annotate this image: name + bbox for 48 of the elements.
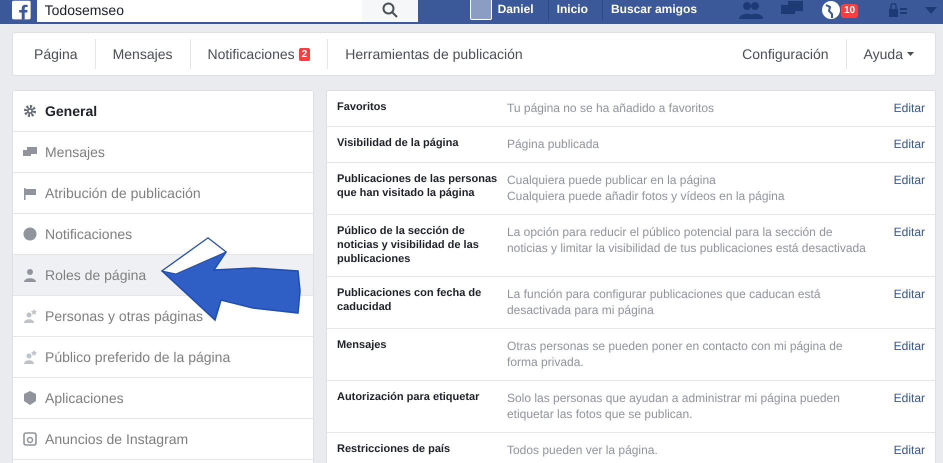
- settings-icon: [23, 104, 37, 118]
- setting-description: La opción para reducir el público potencial para la sección de noticias y limitar la visibilidad de tus publicaciones está desactivada: [507, 224, 867, 257]
- cube-icon: [23, 391, 37, 405]
- setting-description: Página publicada: [507, 136, 600, 152]
- setting-name: Publicaciones con fecha de caducidad: [337, 286, 482, 315]
- person-star-icon: [23, 309, 37, 323]
- edit-link[interactable]: Editar: [894, 442, 925, 458]
- edit-link[interactable]: Editar: [894, 100, 925, 116]
- avatar[interactable]: [470, 0, 492, 20]
- setting-name: Visibilidad de la página: [337, 136, 460, 151]
- setting-name: Público de la sección de noticias y visibilidad de las publicaciones: [337, 224, 480, 266]
- edit-link[interactable]: Editar: [894, 286, 925, 302]
- setting-description: Todos pueden ver la página.: [507, 442, 659, 458]
- setting-name: Autorización para etiquetar: [337, 390, 480, 405]
- notification-badge: 10: [841, 4, 858, 18]
- camera-icon: [23, 432, 37, 446]
- setting-description: La función para configurar publicaciones que caducan está desactivada para mi página: [507, 286, 822, 318]
- nav-tab[interactable]: Configuración: [725, 39, 846, 69]
- chat-icon: [23, 145, 37, 159]
- search-icon[interactable]: [362, 0, 418, 22]
- logo-icon[interactable]: [12, 0, 31, 21]
- profile-link[interactable]: Daniel: [498, 0, 542, 21]
- nav-tab[interactable]: Página: [17, 39, 96, 69]
- edit-link[interactable]: Editar: [894, 390, 925, 406]
- edit-link[interactable]: Editar: [894, 172, 925, 188]
- setting-description: Tu página no se ha añadido a favoritos: [507, 100, 716, 116]
- edit-link[interactable]: Editar: [894, 224, 925, 240]
- top-link[interactable]: Buscar amigos: [602, 0, 705, 21]
- search-field[interactable]: Todosemseo: [36, 0, 362, 22]
- setting-name: Restricciones de país: [337, 442, 452, 457]
- top-link[interactable]: Inicio: [548, 0, 596, 21]
- setting-description: Solo las personas que ayudan a administrar mi página pueden etiquetar las fotos que se publican.: [507, 390, 841, 422]
- nav-tab[interactable]: Herramientas de publicación: [328, 39, 540, 69]
- nav-tab[interactable]: Mensajes: [96, 39, 191, 69]
- person-star-icon: [23, 350, 37, 364]
- edit-link[interactable]: Editar: [894, 136, 925, 152]
- setting-name: Mensajes: [337, 338, 388, 353]
- setting-description: Cualquiera puede publicar en la página Cualquiera puede añadir fotos y vídeos en la página: [507, 172, 786, 204]
- setting-name: Favoritos: [337, 100, 388, 115]
- setting-name: Publicaciones de las personas que han visitado la página: [337, 172, 498, 201]
- nav-tab[interactable]: Ayuda: [846, 39, 931, 69]
- sidebar-item[interactable]: General: [13, 91, 313, 132]
- person-icon: [23, 268, 37, 282]
- setting-description: Otras personas se pueden poner en contacto con mi página de forma privada.: [507, 338, 844, 370]
- edit-link[interactable]: Editar: [894, 338, 925, 354]
- count-badge: 2: [298, 48, 310, 60]
- nav-tab[interactable]: Notificaciones 2: [190, 39, 328, 69]
- flag-icon: [23, 186, 37, 200]
